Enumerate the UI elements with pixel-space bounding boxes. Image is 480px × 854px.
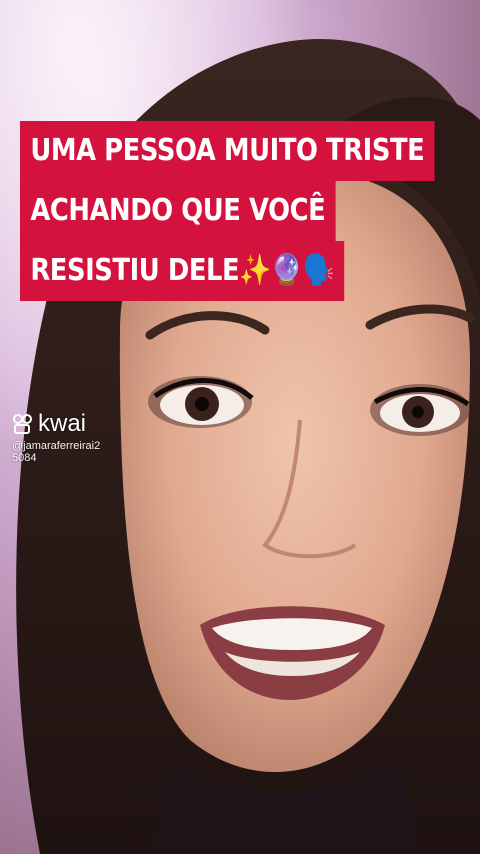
kwai-brand-text: kwai	[38, 410, 87, 437]
creator-handle: @jamaraferreirai2 5084	[12, 440, 100, 464]
creator-handle-line-2: 5084	[12, 452, 37, 464]
caption-line-3: RESISTIU DELE✨🔮🗣️	[20, 241, 345, 301]
caption-overlay: UMA PESSOA MUITO TRISTE ACHANDO QUE VOCÊ…	[0, 0, 480, 320]
kwai-watermark: kwai @jamaraferreirai2 5084	[12, 410, 100, 464]
kwai-logo: kwai	[12, 410, 100, 438]
video-frame: UMA PESSOA MUITO TRISTE ACHANDO QUE VOCÊ…	[0, 0, 480, 854]
caption-line-1: UMA PESSOA MUITO TRISTE	[20, 121, 435, 181]
caption-line-2: ACHANDO QUE VOCÊ	[20, 181, 336, 241]
kwai-logo-icon	[13, 414, 32, 434]
creator-handle-line-1: @jamaraferreirai2	[12, 440, 101, 452]
